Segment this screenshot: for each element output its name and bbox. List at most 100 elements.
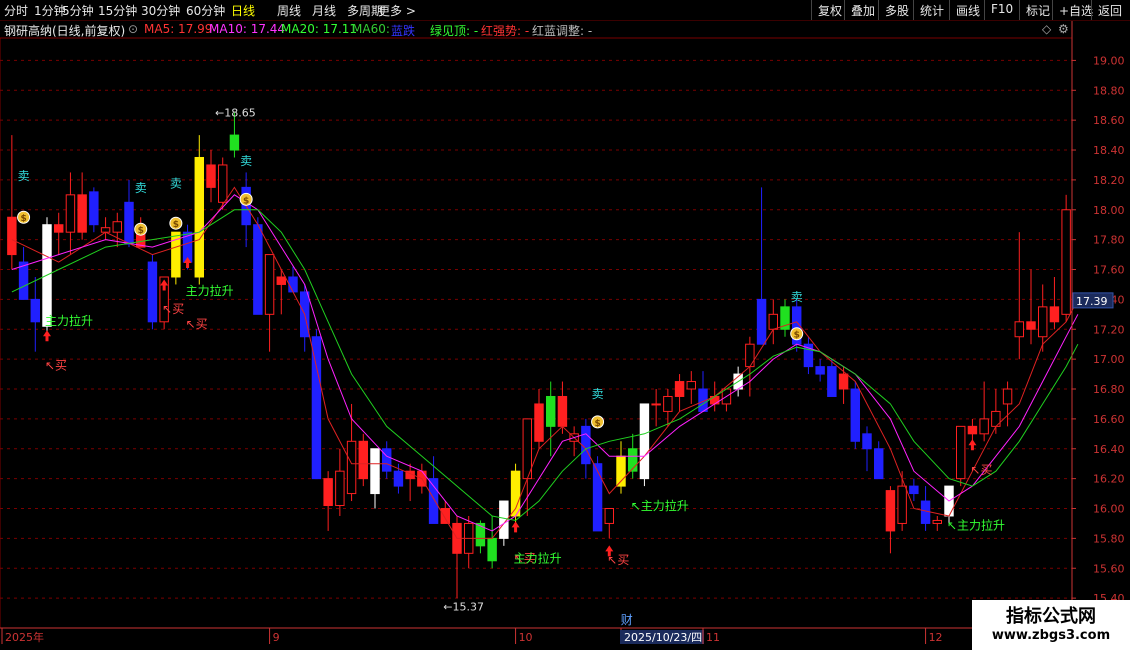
period-tab-10[interactable]: 更多 > — [378, 2, 416, 19]
toolbar-button-5[interactable]: F10 — [984, 0, 1019, 20]
buy-signal-label: ↖买 — [162, 302, 184, 316]
period-tab-3[interactable]: 15分钟 — [98, 2, 137, 19]
candle-body — [253, 224, 263, 315]
y-tick-label: 16.00 — [1093, 503, 1125, 516]
ma60-label: MA60: — [352, 22, 390, 36]
red-strong-label: 红强势: - — [481, 24, 530, 38]
x-tick-label: 12 — [929, 631, 943, 644]
candle-body — [323, 478, 333, 507]
period-tab-0[interactable]: 分时 — [4, 2, 28, 19]
candle-body — [1026, 321, 1036, 330]
y-tick-label: 17.80 — [1093, 234, 1125, 247]
money-bag-symbol: $ — [20, 214, 26, 224]
finance-event-marker: 财 — [621, 613, 633, 627]
candle-body — [592, 463, 603, 532]
candle-body — [229, 134, 240, 151]
candle-body — [522, 418, 533, 480]
period-tab-6[interactable]: 日线 — [231, 2, 255, 19]
buy-arrow-icon — [511, 521, 520, 533]
candle-body — [206, 164, 216, 188]
watermark: 指标公式网 www.zbgs3.com — [972, 600, 1130, 650]
candle-body — [100, 227, 111, 233]
diamond-icon[interactable]: ◇ — [1042, 22, 1051, 36]
period-tab-7[interactable]: 周线 — [277, 2, 301, 19]
last-price-label: 17.39 — [1076, 295, 1108, 308]
candle-body — [768, 313, 779, 330]
y-tick-label: 18.20 — [1093, 174, 1125, 187]
period-toolbar: 分时 1分钟 5分钟 15分钟 30分钟 60分钟 日线 周线 月线 多周期 更多 > 复权 叠加 多股统… — [0, 0, 1130, 21]
watermark-title: 指标公式网 — [1006, 606, 1096, 627]
pull-signal-label: ↖主力拉升 — [947, 517, 1005, 532]
candle-body — [897, 485, 907, 524]
ma10-label: MA10: 17.44 — [209, 22, 286, 36]
toolbar-button-3[interactable]: 统计 — [913, 0, 950, 20]
candle-body — [311, 336, 322, 480]
x-tick-label: 11 — [706, 631, 720, 644]
candle-body — [440, 508, 451, 524]
y-tick-label: 15.60 — [1093, 562, 1125, 575]
candle-body — [194, 156, 205, 278]
candle-body — [850, 388, 861, 442]
toolbar-button-0[interactable]: 复权 — [811, 0, 848, 20]
candle-body — [1002, 388, 1013, 405]
candle-body — [604, 508, 615, 524]
candle-body — [65, 194, 76, 233]
y-tick-label: 16.40 — [1093, 443, 1125, 456]
y-tick-label: 17.00 — [1093, 353, 1125, 366]
money-bag-symbol: $ — [138, 226, 144, 236]
sell-signal-label: 卖 — [170, 176, 182, 190]
toolbar-button-6[interactable]: 标记 — [1019, 0, 1056, 20]
green-top-label: 绿见顶: - — [430, 24, 479, 38]
toolbar-button-8[interactable]: 返回 — [1091, 0, 1128, 20]
money-bag-symbol: $ — [594, 419, 600, 429]
candle-body — [393, 470, 404, 487]
x-tick-label: 10 — [519, 631, 533, 644]
money-bag-symbol: $ — [243, 196, 249, 206]
y-tick-label: 17.60 — [1093, 264, 1125, 277]
indicator-info-bar: 钢研高纳(日线,前复权) ⊙ MA5: 17.99 MA10: 17.44 MA… — [0, 20, 1072, 38]
sell-signal-label: 卖 — [240, 154, 252, 168]
candlestick-chart[interactable]: 卖$卖$卖$卖$卖$卖$↖买↖买↖买↖买 ↖买↖买主力拉升主力拉升主力拉升↖主力拉… — [0, 0, 1130, 650]
candle-body — [147, 261, 158, 323]
pull-signal-label: 主力拉升 — [514, 550, 562, 565]
chevron-down-icon[interactable]: ⊙ — [128, 22, 138, 36]
period-tab-5[interactable]: 60分钟 — [186, 2, 225, 19]
candle-body — [18, 261, 29, 300]
toolbar-button-2[interactable]: 多股 — [878, 0, 915, 20]
toolbar-button-4[interactable]: 画线 — [949, 0, 986, 20]
candle-body — [370, 448, 380, 495]
period-tab-8[interactable]: 月线 — [312, 2, 336, 19]
candle-body — [276, 276, 287, 285]
candle-body — [827, 366, 837, 397]
candle-body — [53, 224, 64, 233]
candle-body — [955, 425, 966, 480]
settings-icon[interactable]: ⚙ — [1058, 22, 1069, 36]
sell-signal-label: 卖 — [791, 290, 803, 304]
candle-body — [264, 254, 275, 315]
blue-fall-label: 蓝跌 — [391, 24, 416, 38]
y-tick-label: 18.40 — [1093, 144, 1125, 157]
candle-body — [545, 395, 556, 427]
buy-signal-label: ↖买 — [607, 553, 629, 567]
candle-body — [487, 537, 497, 562]
pull-signal-label: 主力拉升 — [45, 313, 93, 328]
period-tab-1[interactable]: 1分钟 — [34, 2, 66, 19]
period-tab-2[interactable]: 5分钟 — [62, 2, 94, 19]
x-tick-label: 2025/10/23/四 — [624, 631, 702, 644]
candle-body — [674, 381, 685, 397]
signal-annotations: 卖$卖$卖$卖$卖$卖$↖买↖买↖买↖买 ↖买↖买主力拉升主力拉升主力拉升↖主力拉… — [17, 107, 1005, 614]
period-tab-4[interactable]: 30分钟 — [141, 2, 180, 19]
buy-signal-label: ↖买 — [970, 463, 992, 477]
candle-body — [124, 201, 134, 245]
buy-signal-label: ↖买 — [186, 317, 208, 331]
pull-signal-label: 主力拉升 — [186, 283, 234, 298]
y-tick-label: 17.20 — [1093, 323, 1125, 336]
toolbar-button-1[interactable]: 叠加 — [844, 0, 881, 20]
candle-body — [663, 395, 673, 412]
candle-body — [932, 519, 943, 524]
money-bag-symbol: $ — [794, 331, 800, 341]
buy-signal-label: ↖买 — [45, 359, 67, 373]
candle-body — [1014, 321, 1025, 338]
candle-body — [873, 448, 884, 480]
candle-body — [745, 343, 755, 368]
